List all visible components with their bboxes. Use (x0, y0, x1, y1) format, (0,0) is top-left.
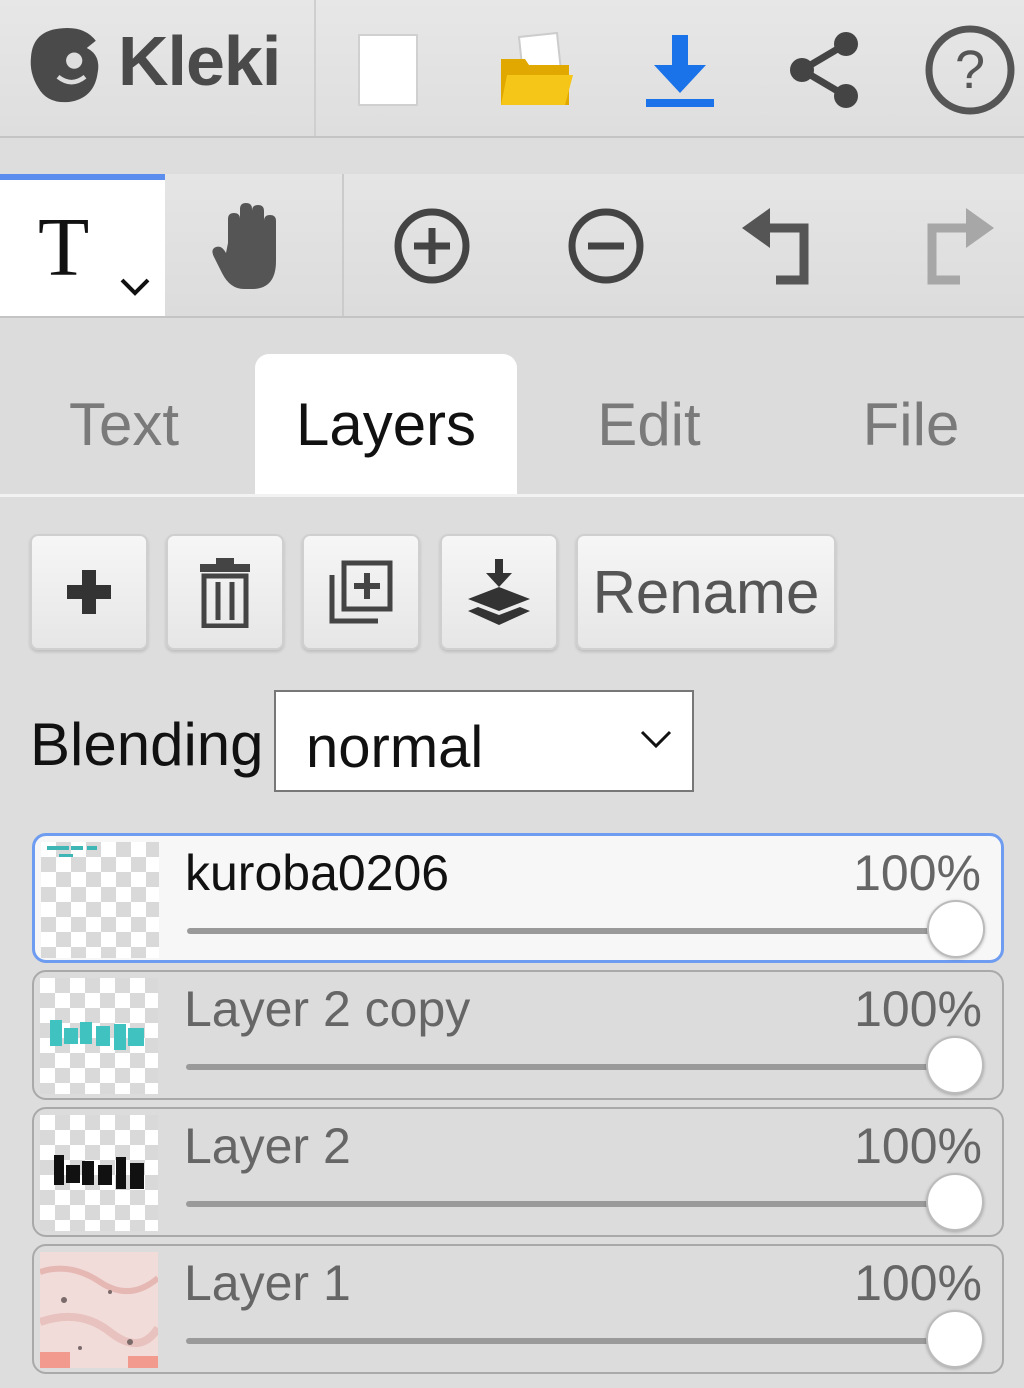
layer-opacity-value: 100% (854, 981, 982, 1037)
layer-thumbnail (40, 1115, 158, 1231)
layer-item-kuroba0206[interactable]: kuroba0206 100% (32, 833, 1004, 963)
opacity-slider-track[interactable] (186, 1064, 956, 1070)
blending-value: normal (306, 715, 484, 780)
opacity-slider-knob[interactable] (927, 900, 985, 958)
layer-opacity-value: 100% (854, 1255, 982, 1311)
duplicate-layer-button[interactable] (302, 534, 420, 650)
tab-edit[interactable]: Edit (518, 354, 780, 494)
layer-thumbnail (40, 1252, 158, 1368)
layer-opacity-value: 100% (853, 845, 981, 901)
blending-label: Blending (30, 711, 264, 778)
svg-text:?: ? (955, 40, 985, 100)
hand-icon[interactable] (200, 196, 300, 296)
layer-name: Layer 2 (184, 1118, 351, 1174)
delete-layer-icon (200, 558, 250, 628)
layer-opacity-value: 100% (854, 1118, 982, 1174)
zoom-in-icon[interactable] (382, 196, 482, 296)
kleki-logo-icon (30, 28, 99, 103)
add-layer-icon (67, 570, 111, 614)
top-bar: Kleki ? (0, 0, 1024, 138)
rename-label: Rename (592, 558, 820, 626)
tool-row: T (0, 174, 1024, 318)
duplicate-layer-icon (329, 560, 393, 624)
open-folder-icon[interactable] (486, 20, 586, 120)
layer-name: Layer 1 (184, 1255, 351, 1311)
opacity-slider-track[interactable] (186, 1338, 956, 1344)
tool-divider (342, 174, 344, 316)
zoom-out-icon[interactable] (556, 196, 656, 296)
layer-thumbnail (41, 842, 159, 958)
tab-file[interactable]: File (780, 354, 1024, 494)
merge-down-icon (468, 559, 530, 625)
rename-button[interactable]: Rename (576, 534, 836, 650)
app-title: Kleki (118, 22, 281, 100)
help-icon[interactable]: ? (920, 20, 1020, 120)
panel-tabs: Text Layers Edit File (0, 318, 1024, 497)
redo-icon[interactable] (906, 196, 1006, 296)
merge-down-button[interactable] (440, 534, 558, 650)
opacity-slider-knob[interactable] (926, 1310, 984, 1368)
layer-name: kuroba0206 (185, 845, 450, 901)
layer-item-layer-1[interactable]: Layer 1 100% (32, 1244, 1004, 1374)
tab-text[interactable]: Text (0, 354, 248, 494)
text-tool-button[interactable]: T (0, 174, 165, 316)
download-icon[interactable] (630, 20, 730, 120)
layer-name: Layer 2 copy (184, 981, 471, 1037)
delete-layer-button[interactable] (166, 534, 284, 650)
opacity-slider-track[interactable] (186, 1201, 956, 1207)
layer-item-layer-2[interactable]: Layer 2 100% (32, 1107, 1004, 1237)
opacity-slider-track[interactable] (187, 928, 957, 934)
layer-thumbnail (40, 978, 158, 1094)
undo-icon[interactable] (730, 196, 830, 296)
opacity-slider-knob[interactable] (926, 1036, 984, 1094)
chevron-down-icon (640, 730, 672, 749)
top-divider (314, 0, 316, 136)
blending-select[interactable]: normal (274, 690, 694, 792)
opacity-slider-knob[interactable] (926, 1173, 984, 1231)
chevron-down-icon[interactable] (118, 276, 152, 298)
text-tool-icon: T (38, 201, 90, 294)
new-image-icon[interactable] (338, 20, 438, 120)
share-icon[interactable] (774, 20, 874, 120)
layer-item-layer-2-copy[interactable]: Layer 2 copy 100% (32, 970, 1004, 1100)
tab-layers[interactable]: Layers (255, 354, 517, 494)
add-layer-button[interactable] (30, 534, 148, 650)
